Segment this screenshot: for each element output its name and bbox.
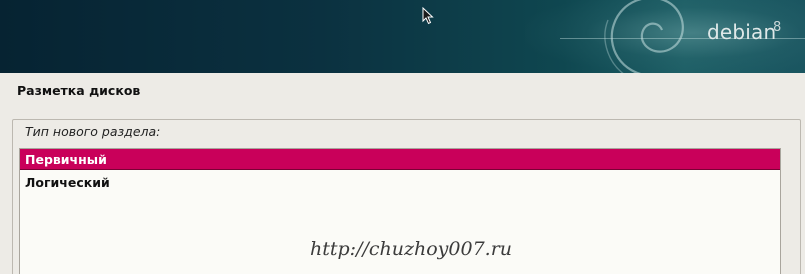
mouse-pointer-icon <box>422 7 434 25</box>
list-item-primary[interactable]: Первичный <box>20 149 780 170</box>
brand-version: 8 <box>773 20 782 35</box>
brand-logo-text: debian <box>707 20 777 44</box>
installer-window: debian 8 Разметка дисков Тип нового разд… <box>0 0 805 274</box>
page-title: Разметка дисков <box>17 83 141 98</box>
watermark-text: http://chuzhoy007.ru <box>310 238 513 260</box>
list-item-logical[interactable]: Логический <box>20 172 780 193</box>
debian-swirl-icon <box>604 0 684 73</box>
partition-type-label: Тип нового раздела: <box>25 124 161 139</box>
header-banner: debian 8 <box>0 0 805 73</box>
